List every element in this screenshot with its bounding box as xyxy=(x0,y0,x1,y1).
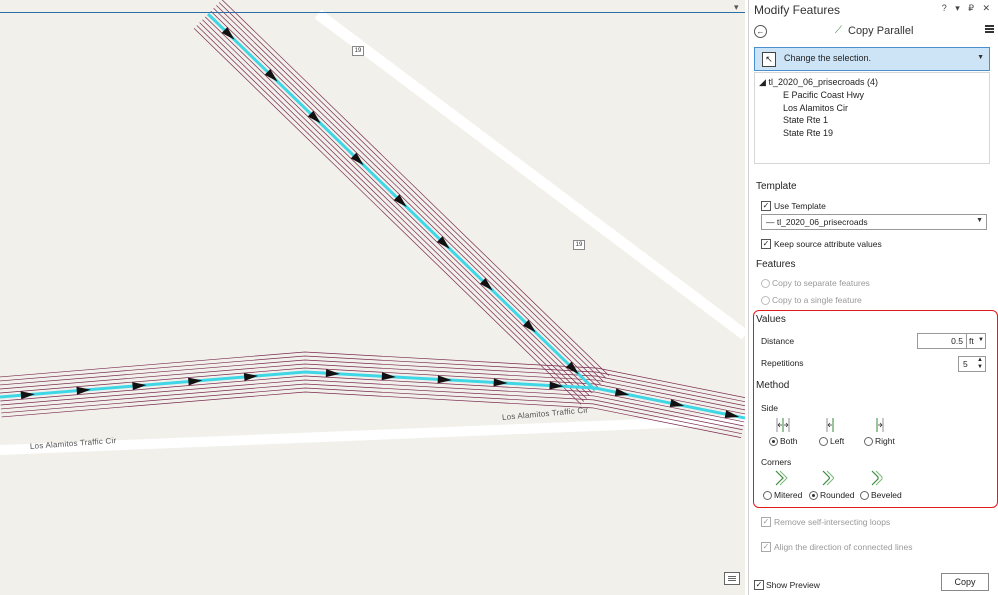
copy-separate-label: Copy to separate features xyxy=(772,278,870,288)
direction-arrow xyxy=(493,378,508,387)
tree-item[interactable]: E Pacific Coast Hwy xyxy=(783,90,864,100)
offset-line xyxy=(193,28,582,405)
copy-button[interactable]: Copy xyxy=(941,573,989,591)
template-heading: Template xyxy=(756,181,797,192)
offset-line xyxy=(199,22,587,399)
map-view[interactable]: ▾ 19 19 Los Alamitos Traffic Cir Los Ala… xyxy=(0,0,745,595)
copy-separate-radio[interactable] xyxy=(761,279,770,288)
tree-layer-label: tl_2020_06_prisecroads (4) xyxy=(768,77,879,87)
base-roads xyxy=(0,9,745,455)
offset-line xyxy=(213,8,601,385)
keep-attributes-checkbox[interactable]: ✓ xyxy=(761,239,771,249)
direction-arrows xyxy=(20,27,740,419)
route-shield: 19 xyxy=(352,46,364,56)
offset-line xyxy=(196,25,585,402)
features-heading: Features xyxy=(756,259,796,270)
remove-loops-checkbox[interactable]: ✓ xyxy=(761,517,771,527)
direction-arrow xyxy=(437,375,452,384)
direction-arrow xyxy=(549,381,564,390)
selected-features xyxy=(0,12,745,420)
parallel-offset-lines xyxy=(0,0,745,438)
road-state-rte-19 xyxy=(314,9,745,340)
pane-title: Modify Features xyxy=(754,3,841,17)
tool-title: Copy Parallel xyxy=(848,25,914,37)
chevron-down-icon: ▼ xyxy=(977,54,984,61)
align-direction-label: Align the direction of connected lines xyxy=(774,542,913,552)
offset-line xyxy=(216,5,604,382)
offset-line xyxy=(0,375,745,423)
tree-item[interactable]: State Rte 1 xyxy=(783,115,828,125)
offset-line xyxy=(210,10,599,388)
direction-arrow xyxy=(381,372,396,381)
window-controls[interactable]: ? ▾ ₽ ✕ xyxy=(942,3,993,14)
offset-line xyxy=(0,359,745,407)
direction-arrow xyxy=(243,372,259,381)
direction-arrow xyxy=(132,382,147,391)
road-los-alamitos-traffic-cir xyxy=(0,415,745,455)
direction-arrow xyxy=(76,386,91,395)
copy-single-label: Copy to a single feature xyxy=(772,295,862,305)
template-select-value: — tl_2020_06_prisecroads xyxy=(766,217,868,227)
tree-item[interactable]: Los Alamitos Cir xyxy=(783,103,848,113)
direction-arrow xyxy=(325,369,340,378)
template-name: tl_2020_06_prisecroads xyxy=(776,217,868,227)
keep-attributes-label: Keep source attribute values xyxy=(774,239,882,249)
selected-line xyxy=(0,370,745,420)
copy-single-radio[interactable] xyxy=(761,296,770,305)
copy-parallel-icon: ⟋ xyxy=(835,25,842,36)
remove-loops-label: Remove self-intersecting loops xyxy=(774,517,891,527)
highlight-annotation xyxy=(753,310,998,508)
chevron-down-icon[interactable]: ▾ xyxy=(734,2,739,13)
map-top-border xyxy=(0,12,745,13)
map-legend-icon[interactable] xyxy=(724,572,740,585)
tree-layer-node[interactable]: ◢ tl_2020_06_prisecroads (4) xyxy=(759,77,878,88)
map-canvas[interactable] xyxy=(0,0,745,595)
chevron-down-icon: ▼ xyxy=(976,217,983,224)
use-template-checkbox[interactable]: ✓ xyxy=(761,201,771,211)
change-selection-dropdown[interactable]: ↖ Change the selection. ▼ xyxy=(754,47,990,71)
tree-item[interactable]: State Rte 19 xyxy=(783,128,833,138)
direction-arrow xyxy=(20,391,35,400)
back-arrow-icon[interactable]: ← xyxy=(754,25,767,38)
use-template-label: Use Template xyxy=(774,201,826,211)
route-shield: 19 xyxy=(573,240,585,250)
select-cursor-icon: ↖ xyxy=(762,52,776,67)
show-preview-checkbox[interactable]: ✓ xyxy=(754,580,764,590)
show-preview-label: Show Preview xyxy=(766,580,820,590)
align-direction-checkbox[interactable]: ✓ xyxy=(761,542,771,552)
direction-arrow xyxy=(188,377,203,386)
selected-features-tree[interactable]: ◢ tl_2020_06_prisecroads (4) E Pacific C… xyxy=(754,72,990,164)
hamburger-menu-icon[interactable] xyxy=(985,25,994,27)
tree-expand-icon[interactable]: ◢ xyxy=(759,77,766,87)
template-select[interactable]: — tl_2020_06_prisecroads ▼ xyxy=(761,214,987,230)
selection-label: Change the selection. xyxy=(784,53,872,63)
